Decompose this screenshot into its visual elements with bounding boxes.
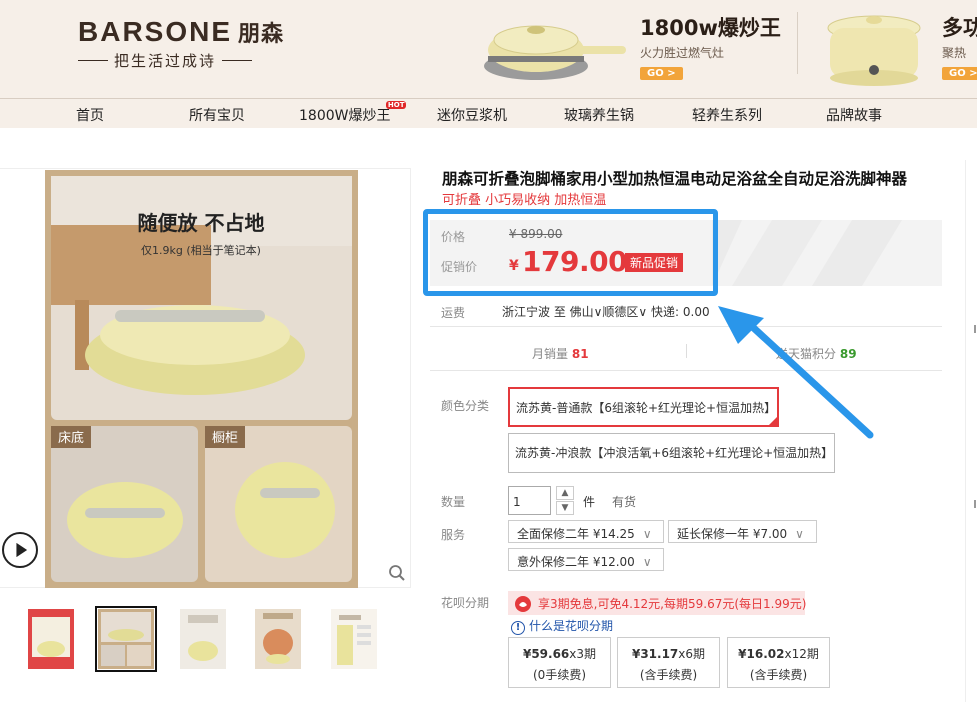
product-title: 朋森可折叠泡脚桶家用小型加热恒温电动足浴盆全自动足浴洗脚神器 xyxy=(442,170,908,188)
brand-slogan: 把生活过成诗 xyxy=(114,52,217,70)
play-icon[interactable] xyxy=(2,532,38,568)
promo-divider xyxy=(797,12,798,74)
brand-logo[interactable]: BARSONE 朋森 把生活过成诗 xyxy=(78,16,284,71)
installment-12[interactable]: ¥16.02x12期 (含手续费) xyxy=(727,637,830,688)
installment-6[interactable]: ¥31.17x6期 (含手续费) xyxy=(617,637,720,688)
nav-wok-label: 1800W爆炒王 xyxy=(299,108,391,124)
monthly-sales: 月销量 81 xyxy=(532,347,589,361)
price-highlight-box xyxy=(423,209,718,296)
installment-3[interactable]: ¥59.66x3期 (0手续费) xyxy=(508,637,611,688)
service-accident-warranty[interactable]: 意外保修二年 ¥12.00 ∨ xyxy=(508,548,664,571)
shipping-info[interactable]: 浙江宁波 至 佛山∨顺德区∨ 快递: 0.00 xyxy=(502,303,710,320)
brand-name: BARSONE xyxy=(78,16,233,47)
sku-option-standard[interactable]: 流苏黄-普通款【6组滚轮+红光理论+恒温加热】 xyxy=(508,387,779,427)
nav-health-series[interactable]: 轻养生系列 xyxy=(692,105,762,125)
nav-home[interactable]: 首页 xyxy=(76,105,104,125)
image-headline: 随便放 不占地 xyxy=(138,211,265,235)
divider xyxy=(430,370,942,371)
nav-soymilk[interactable]: 迷你豆浆机 xyxy=(437,105,507,125)
scroll-mark xyxy=(974,325,976,333)
promo-wok-subtitle: 火力胜过燃气灶 xyxy=(640,46,725,60)
thumbnail-4[interactable] xyxy=(255,609,301,669)
thumbnail-3[interactable] xyxy=(180,609,226,669)
promo-wok-go-button[interactable]: GO > xyxy=(640,67,683,80)
chevron-down-icon: ∨ xyxy=(795,527,804,541)
price-box-pattern xyxy=(712,220,902,286)
store-nav: 首页 所有宝贝 1800W爆炒王 HOT 迷你豆浆机 玻璃养生锅 轻养生系列 品… xyxy=(0,98,977,128)
sku-option-standard-label: 流苏黄-普通款【6组滚轮+红光理论+恒温加热】 xyxy=(516,401,777,415)
huabei-promo: 享3期免息,可免4.12元,每期59.67元(每日1.99元) xyxy=(508,591,806,615)
info-icon: ! xyxy=(511,621,525,635)
shipping-label: 运费 xyxy=(441,306,466,320)
huabei-icon xyxy=(515,596,531,612)
promo-pot-title: 多功 xyxy=(942,16,977,40)
zoom-icon[interactable] xyxy=(388,564,406,582)
scroll-mark xyxy=(974,500,976,508)
quantity-down-button[interactable]: ▼ xyxy=(556,501,574,515)
tag-bed: 床底 xyxy=(58,430,84,446)
nav-all-products[interactable]: 所有宝贝 xyxy=(189,105,245,125)
wok-image[interactable] xyxy=(478,8,628,90)
thumbnail-1[interactable] xyxy=(28,609,74,669)
promo-wok-title: 1800w爆炒王 xyxy=(640,16,781,40)
huabei-info-link[interactable]: ! 什么是花呗分期 xyxy=(511,617,613,635)
service-extended-warranty[interactable]: 延长保修一年 ¥7.00 ∨ xyxy=(668,520,817,543)
store-banner: BARSONE 朋森 把生活过成诗 1800w爆炒王 火力胜过燃气灶 GO > 多… xyxy=(0,0,977,98)
service-full-warranty[interactable]: 全面保修二年 ¥14.25 ∨ xyxy=(508,520,664,543)
quantity-input[interactable]: 1 xyxy=(508,486,551,515)
promo-pot-go-button[interactable]: GO > xyxy=(942,67,977,80)
monthly-sales-value: 81 xyxy=(571,347,589,361)
thumbnail-2[interactable] xyxy=(95,606,157,672)
promo-wok[interactable]: 1800w爆炒王 火力胜过燃气灶 GO > xyxy=(640,12,781,80)
sku-option-surf-label: 流苏黄-冲浪款【冲浪活氧+6组滚轮+红光理论+恒温加热】 xyxy=(515,446,834,460)
sku-option-surf[interactable]: 流苏黄-冲浪款【冲浪活氧+6组滚轮+红光理论+恒温加热】 xyxy=(508,433,835,473)
nav-glass-pot[interactable]: 玻璃养生锅 xyxy=(564,105,634,125)
right-divider xyxy=(965,160,966,702)
chevron-down-icon: ∨ xyxy=(642,527,652,541)
promo-pot[interactable]: 多功 聚热 GO > xyxy=(942,12,977,80)
quantity-label: 数量 xyxy=(441,495,466,509)
thumbnail-5[interactable] xyxy=(331,609,377,669)
image-subline: 仅1.9kg (相当于笔记本) xyxy=(141,243,261,257)
stock-status: 有货 xyxy=(612,495,637,509)
tmall-points: 送天猫积分 89 xyxy=(776,347,857,361)
quantity-unit: 件 xyxy=(583,495,596,509)
huabei-label: 花呗分期 xyxy=(441,596,490,610)
nav-brand-story[interactable]: 品牌故事 xyxy=(826,105,882,125)
page: BARSONE 朋森 把生活过成诗 1800w爆炒王 火力胜过燃气灶 GO > 多… xyxy=(0,0,977,702)
stats-divider xyxy=(686,344,687,358)
tag-cabinet: 橱柜 xyxy=(212,431,238,446)
tmall-points-value: 89 xyxy=(839,347,857,361)
hot-badge: HOT xyxy=(385,101,407,109)
promo-pot-subtitle: 聚热 xyxy=(942,46,967,60)
color-label: 颜色分类 xyxy=(441,399,490,413)
divider xyxy=(430,326,942,327)
chevron-down-icon: ∨ xyxy=(642,555,652,569)
main-product-image[interactable]: 随便放 不占地 仅1.9kg (相当于笔记本) 床底 橱柜 xyxy=(45,170,358,588)
quantity-up-button[interactable]: ▲ xyxy=(556,486,574,500)
service-label: 服务 xyxy=(441,528,466,542)
pot-image[interactable] xyxy=(812,6,932,90)
brand-name-cn: 朋森 xyxy=(238,22,285,47)
product-subtitle: 可折叠 小巧易收纳 加热恒温 xyxy=(442,193,607,208)
nav-wok[interactable]: 1800W爆炒王 HOT xyxy=(299,101,407,125)
selected-corner-icon xyxy=(768,416,778,426)
